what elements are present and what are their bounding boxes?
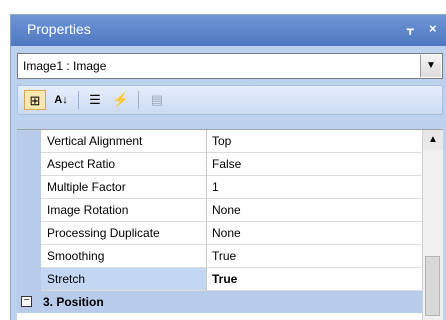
properties-panel: Properties ᚁ × Image1 : Image ▼ ⊞ A↓ ☰ ⚡… [10,14,446,320]
property-grid: Vertical Alignment Top Aspect Ratio Fals… [17,129,443,320]
categorized-icon[interactable]: ⊞ [24,90,46,110]
property-value[interactable]: True [207,268,422,291]
category-row-position[interactable]: − 3. Position [17,291,422,313]
collapse-icon[interactable]: − [21,296,32,307]
row-gutter [17,245,41,268]
panel-title: Properties [27,21,91,37]
row-gutter [17,130,41,153]
object-selector[interactable]: Image1 : Image ▼ [17,53,443,79]
category-label: 3. Position [43,295,104,309]
scroll-up-arrow-icon[interactable]: ▲ [423,130,443,150]
row-gutter [17,199,41,222]
property-name: Multiple Factor [41,176,207,199]
close-icon[interactable]: × [429,21,437,36]
property-row[interactable]: Processing Duplicate None [17,222,422,245]
alphabetical-sort-icon[interactable]: A↓ [50,90,72,110]
property-value[interactable]: True [207,245,422,268]
toolbar-separator [78,91,79,109]
pin-icon[interactable]: ᚁ [407,21,413,37]
property-pages-icon[interactable]: ▤ [146,90,168,110]
properties-toolbar: ⊞ A↓ ☰ ⚡ ▤ [17,85,443,115]
property-name: Vertical Alignment [41,130,207,153]
events-lightning-icon[interactable]: ⚡ [110,90,132,110]
property-row-selected[interactable]: Stretch True [17,268,422,291]
property-row[interactable]: Smoothing True [17,245,422,268]
property-name: Image Rotation [41,199,207,222]
vertical-scrollbar[interactable]: ▲ [422,130,443,320]
property-row[interactable]: Image Rotation None [17,199,422,222]
property-name: Stretch [41,268,207,291]
property-name: Processing Duplicate [41,222,207,245]
properties-icon[interactable]: ☰ [84,90,106,110]
row-gutter [17,176,41,199]
toolbar-separator [138,91,139,109]
property-value[interactable]: None [207,199,422,222]
dropdown-arrow-icon[interactable]: ▼ [420,55,441,77]
property-row[interactable]: Vertical Alignment Top [17,130,422,153]
row-gutter [17,153,41,176]
property-value[interactable]: Top [207,130,422,153]
property-value[interactable]: 1 [207,176,422,199]
property-row[interactable]: Multiple Factor 1 [17,176,422,199]
row-gutter [17,222,41,245]
property-name: Smoothing [41,245,207,268]
property-value[interactable]: False [207,153,422,176]
object-selector-value: Image1 : Image [23,59,107,73]
property-name: Aspect Ratio [41,153,207,176]
title-bar: Properties ᚁ × [11,15,446,46]
row-gutter [17,268,41,291]
property-row[interactable]: Aspect Ratio False [17,153,422,176]
scroll-thumb[interactable] [425,256,440,316]
property-value[interactable]: None [207,222,422,245]
